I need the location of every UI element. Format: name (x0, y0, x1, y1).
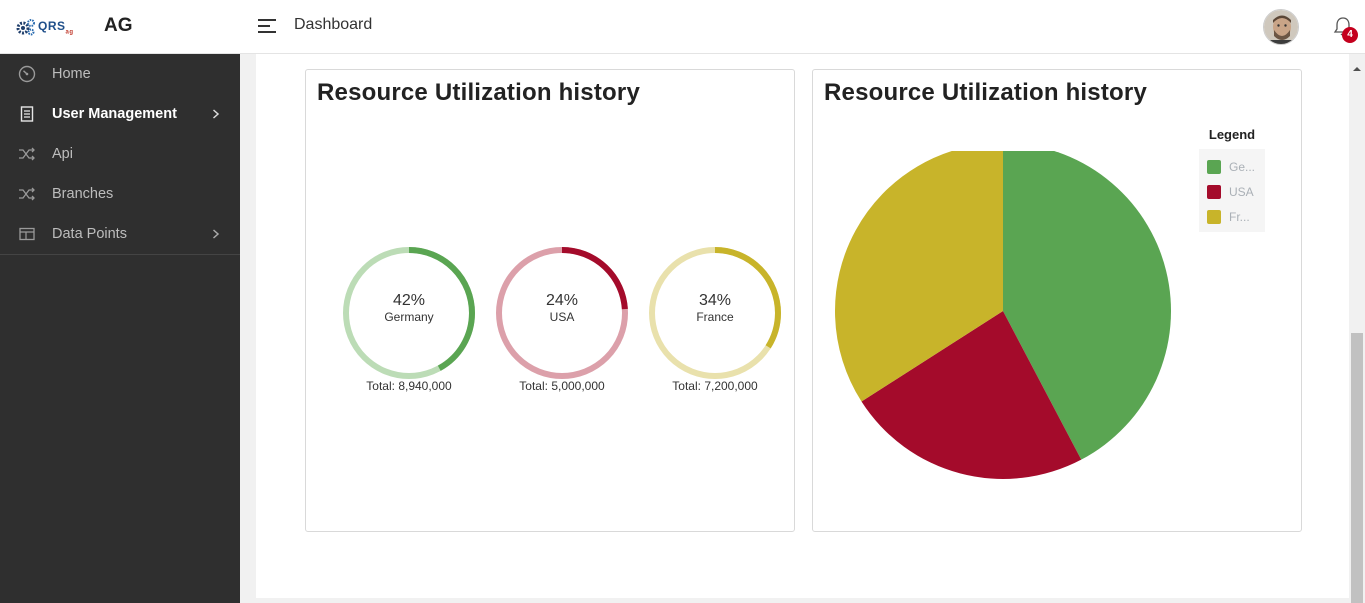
sidebar-item-label: Data Points (52, 226, 127, 242)
gauge-percent: 24% (545, 292, 579, 309)
gauge-france: 34% France Total: 7,200,000 (640, 243, 790, 403)
dashboard-gauge-icon (18, 65, 36, 83)
legend-box: Ge... USA Fr... (1199, 149, 1265, 232)
sidebar-item-label: Home (52, 66, 91, 82)
chart-legend: Legend Ge... USA Fr... (1199, 127, 1265, 232)
top-bar: QRSag AG Dashboard 4 (0, 0, 1365, 54)
gauge-usa: 24% USA Total: 5,000,000 (487, 243, 637, 403)
sidebar-item-label: Branches (52, 186, 114, 202)
gauge-country: France (696, 310, 734, 324)
menu-toggle-icon[interactable] (258, 19, 276, 33)
company-logo[interactable]: QRSag (16, 14, 86, 40)
utilization-gauges-card: Resource Utilization history 42% Germany… (305, 69, 795, 532)
page-title: Dashboard (294, 16, 373, 33)
utilization-pie-card: Resource Utilization history Legend Ge..… (812, 69, 1302, 532)
pie-chart (835, 151, 1171, 480)
legend-swatch (1207, 209, 1221, 224)
gauge-total: Total: 8,940,000 (366, 379, 452, 393)
legend-swatch (1207, 184, 1221, 199)
user-avatar[interactable] (1263, 9, 1299, 45)
table-icon (18, 225, 36, 243)
legend-label: Fr... (1229, 209, 1250, 224)
sidebar-divider (0, 254, 240, 255)
gauge-total: Total: 5,000,000 (519, 379, 605, 393)
document-icon (18, 105, 36, 123)
card-title: Resource Utilization history (824, 79, 1147, 106)
legend-item[interactable]: Ge... (1207, 154, 1259, 179)
vertical-scrollbar[interactable] (1349, 54, 1365, 603)
shuffle-icon (18, 145, 36, 163)
logo-text: QRSag (38, 18, 74, 36)
legend-swatch (1207, 159, 1221, 174)
gauge-country: Germany (384, 310, 434, 324)
sidebar-item-user-management[interactable]: User Management (0, 94, 240, 134)
card-title: Resource Utilization history (317, 79, 640, 106)
main-content: Resource Utilization history 42% Germany… (256, 54, 1349, 598)
sidebar-item-data-points[interactable]: Data Points (0, 214, 240, 254)
legend-label: USA (1229, 184, 1254, 199)
shuffle-icon (18, 185, 36, 203)
gauge-germany: 42% Germany Total: 8,940,000 (334, 243, 484, 403)
sidebar-item-home[interactable]: Home (0, 54, 240, 94)
sidebar: Home User Management Api Branches Data P… (0, 54, 240, 603)
gauge-percent: 42% (392, 292, 426, 309)
legend-title: Legend (1208, 127, 1256, 142)
sidebar-item-label: User Management (52, 106, 177, 122)
chevron-right-icon (212, 227, 220, 241)
notification-count-badge[interactable]: 4 (1342, 27, 1358, 43)
legend-item[interactable]: Fr... (1207, 204, 1259, 229)
legend-item[interactable]: USA (1207, 179, 1259, 204)
sidebar-item-branches[interactable]: Branches (0, 174, 240, 214)
sidebar-item-label: Api (52, 146, 73, 162)
gears-icon (16, 17, 36, 37)
chevron-right-icon (212, 107, 220, 121)
gauge-country: USA (549, 310, 575, 324)
scroll-up-icon[interactable] (1353, 60, 1361, 71)
brand-name: AG (104, 15, 133, 36)
gauge-percent: 34% (698, 292, 732, 309)
gauge-total: Total: 7,200,000 (672, 379, 758, 393)
sidebar-item-api[interactable]: Api (0, 134, 240, 174)
legend-label: Ge... (1229, 159, 1256, 174)
scrollbar-thumb[interactable] (1351, 333, 1363, 603)
